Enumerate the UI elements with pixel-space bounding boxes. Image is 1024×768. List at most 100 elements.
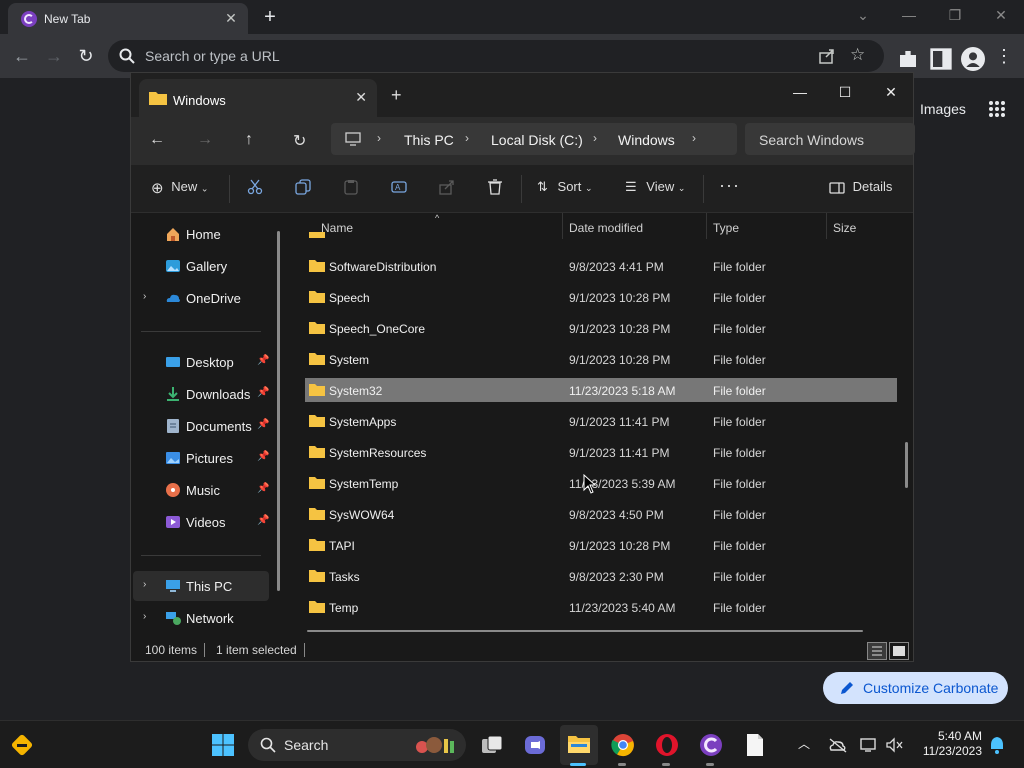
table-row[interactable]: SoftwareDistribution 9/8/2023 4:41 PM Fi… [305,254,897,278]
table-row[interactable]: SystemApps 9/1/2023 11:41 PM File folder [305,409,897,433]
weather-widget-icon[interactable] [10,733,34,757]
sidebar-item-pictures[interactable]: Pictures 📌 [133,443,269,473]
table-row[interactable]: Temp 11/23/2023 5:40 AM File folder [305,595,897,619]
extensions-icon[interactable] [896,47,920,71]
table-row[interactable]: SystemTemp 11/23/2023 5:39 AM File folde… [305,471,897,495]
breadcrumb-windows[interactable]: Windows [618,132,675,148]
opera-icon[interactable] [655,733,679,757]
table-row-selected[interactable]: System32 11/23/2023 5:18 AM File folder [305,378,897,402]
forward-icon[interactable]: → [42,44,66,68]
paste-icon[interactable] [343,179,359,195]
explorer-back-icon[interactable]: ← [149,131,165,149]
sidebar-item-videos[interactable]: Videos 📌 [133,507,269,537]
breadcrumb-local-disk[interactable]: Local Disk (C:) [491,132,583,148]
reload-icon[interactable]: ↻ [74,44,98,68]
task-view-icon[interactable] [480,733,504,757]
back-icon[interactable]: ← [10,44,34,68]
expand-chevron-icon[interactable]: › [143,579,146,590]
breadcrumb-chevron-icon[interactable]: › [692,131,696,145]
details-button[interactable]: Details [829,179,892,194]
expand-chevron-icon[interactable]: › [143,291,146,302]
browser-tab[interactable]: New Tab ✕ [8,3,248,34]
close-explorer-tab-icon[interactable]: ✕ [355,89,367,106]
explorer-new-tab-button[interactable]: + [391,85,402,106]
minimize-explorer-button[interactable]: — [782,79,818,105]
close-tab-icon[interactable]: ✕ [222,9,240,27]
up-directory-icon[interactable]: ↑ [245,131,253,149]
teams-chat-icon[interactable] [523,733,547,757]
explorer-tab[interactable]: Windows ✕ [139,79,377,117]
show-hidden-icons-chevron-icon[interactable]: ︿ [798,735,810,752]
close-browser-button[interactable]: ✕ [978,4,1024,26]
details-view-button[interactable] [867,642,887,660]
new-tab-button[interactable]: + [258,5,282,29]
address-bar[interactable]: › This PC › Local Disk (C:) › Windows › [331,123,737,155]
table-row[interactable]: SysWOW64 9/8/2023 4:50 PM File folder [305,502,897,526]
sidebar-item-onedrive[interactable]: › OneDrive [133,283,269,313]
explorer-search-input[interactable]: Search Windows [759,132,864,148]
omnibox-input[interactable]: Search or type a URL [145,48,280,64]
sidebar-item-documents[interactable]: Documents 📌 [133,411,269,441]
table-row[interactable]: Tasks 9/8/2023 2:30 PM File folder [305,564,897,588]
onedrive-status-icon[interactable] [828,737,848,753]
sort-button[interactable]: ⇅ Sort ⌄ [537,179,593,195]
file-date: 9/1/2023 10:28 PM [569,539,671,553]
bookmark-star-icon[interactable]: ☆ [850,45,865,65]
tab-search-icon[interactable]: ⌄ [840,4,886,26]
sidebar-item-downloads[interactable]: Downloads 📌 [133,379,269,409]
cut-icon[interactable] [247,179,263,195]
close-explorer-button[interactable]: ✕ [873,79,909,105]
restore-browser-button[interactable]: ❐ [932,4,978,26]
sidebar-item-music[interactable]: Music 📌 [133,475,269,505]
breadcrumb-chevron-icon[interactable]: › [465,131,469,145]
side-panel-icon[interactable] [929,47,953,71]
sidebar-item-network[interactable]: › Network [133,603,269,633]
tiles-view-button[interactable] [889,642,909,660]
table-row[interactable]: SystemResources 9/1/2023 11:41 PM File f… [305,440,897,464]
volume-muted-icon[interactable] [886,737,904,753]
view-button[interactable]: ☰ View ⌄ [625,179,685,195]
chrome-icon[interactable] [611,733,635,757]
table-row[interactable]: System 9/1/2023 10:28 PM File folder [305,347,897,371]
sidebar-scrollbar[interactable] [277,231,280,591]
copy-icon[interactable] [295,179,311,195]
sidebar-item-desktop[interactable]: Desktop 📌 [133,347,269,377]
table-row[interactable]: Speech_OneCore 9/1/2023 10:28 PM File fo… [305,316,897,340]
breadcrumb-this-pc[interactable]: This PC [404,132,454,148]
omnibox[interactable]: Search or type a URL ☆ [108,40,884,72]
system-clock[interactable]: 5:40 AM 11/23/2023 [918,729,982,759]
table-row[interactable]: Speech 9/1/2023 10:28 PM File folder [305,285,897,309]
breadcrumb-chevron-icon[interactable]: › [593,131,597,145]
share-icon[interactable] [818,47,836,65]
expand-chevron-icon[interactable]: › [143,611,146,622]
customize-button[interactable]: Customize Carbonate [823,672,1008,704]
horizontal-scrollbar[interactable] [307,630,863,632]
minimize-browser-button[interactable]: — [886,4,932,26]
notepad-icon[interactable] [745,733,765,757]
carbonate-browser-icon[interactable] [699,733,723,757]
table-row[interactable]: TAPI 9/1/2023 10:28 PM File folder [305,533,897,557]
explorer-refresh-icon[interactable]: ↻ [293,131,306,151]
profile-icon[interactable] [961,47,985,71]
share-icon[interactable] [439,179,455,195]
notification-bell-icon[interactable] [988,735,1006,755]
explorer-search-box[interactable]: Search Windows [745,123,915,155]
explorer-forward-icon[interactable]: → [197,131,213,149]
maximize-explorer-button[interactable]: ☐ [827,79,863,105]
breadcrumb-chevron-icon[interactable]: › [377,131,381,145]
delete-icon[interactable] [487,179,503,195]
file-explorer-taskbar-icon[interactable] [567,733,591,755]
start-windows-icon[interactable] [211,733,235,757]
apps-grid-icon[interactable] [989,101,1005,117]
sidebar-item-this-pc[interactable]: › This PC [133,571,269,601]
sidebar-item-home[interactable]: Home [133,219,269,249]
new-button[interactable]: ⊕ New ⌄ [151,179,208,197]
sidebar-item-gallery[interactable]: Gallery [133,251,269,281]
network-status-icon[interactable] [860,737,878,753]
taskbar-search-box[interactable]: Search [248,729,466,761]
vertical-scrollbar[interactable] [905,442,908,488]
browser-menu-icon[interactable]: ⋮ [992,44,1016,68]
more-options-icon[interactable]: ··· [719,175,740,196]
images-link[interactable]: Images [920,101,966,117]
rename-icon[interactable]: A [391,179,407,195]
